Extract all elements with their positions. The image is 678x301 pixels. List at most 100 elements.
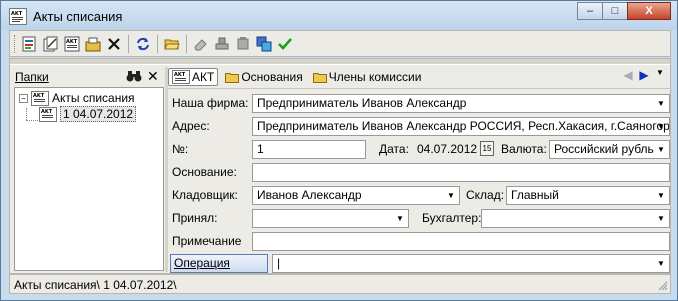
stamp-button[interactable] [234, 35, 252, 53]
svg-text:AKT: AKT [11, 11, 23, 17]
maximize-icon: □ [611, 5, 619, 17]
address-combo[interactable]: Предприниматель Иванов Александр РОССИЯ,… [252, 117, 670, 136]
storekeeper-combo[interactable]: Иванов Александр ▼ [252, 186, 460, 205]
note-input[interactable] [252, 232, 670, 251]
toolbar: AKT [9, 30, 671, 57]
new-doc-button[interactable] [21, 35, 39, 53]
tab-akt[interactable]: AKT АКТ [168, 68, 219, 86]
tree-item-document[interactable]: AKT 1 04.07.2012 [39, 106, 137, 122]
number-input[interactable]: 1 [252, 140, 366, 159]
maximize-button[interactable]: □ [602, 2, 628, 20]
basis-label: Основание: [172, 165, 237, 179]
toolbar-separator [157, 34, 158, 53]
eraser-icon [194, 38, 207, 50]
akt-document-icon: AKT [31, 90, 49, 106]
number-label: №: [172, 142, 189, 156]
minimize-icon: – [586, 5, 594, 17]
tree-item-label: 1 04.07.2012 [60, 106, 137, 122]
tab-osnovaniya[interactable]: Основания [222, 68, 305, 86]
firm-value: Предприниматель Иванов Александр [257, 96, 467, 110]
tab-chleny-komissii[interactable]: Члены комиссии [310, 68, 425, 86]
svg-text:AKT: AKT [66, 39, 78, 45]
print-preview-button[interactable] [255, 35, 273, 53]
binoculars-icon[interactable] [126, 69, 142, 86]
akt-document-icon: AKT [39, 106, 57, 122]
warehouse-label: Склад: [466, 188, 505, 202]
refresh-icon [137, 37, 149, 50]
folders-tree: − AKT Акты списания AKT 1 04.07.2012 [14, 87, 164, 271]
accountant-label: Бухгалтер: [422, 211, 482, 225]
accepted-label: Принял: [172, 211, 218, 225]
tree-item-root[interactable]: − AKT Акты списания [19, 90, 135, 106]
dropdown-arrow-icon[interactable]: ▼ [653, 210, 669, 227]
dropdown-arrow-icon[interactable]: ▼ [653, 255, 669, 272]
folder-icon [312, 72, 327, 83]
window-controls: – □ X [577, 2, 671, 21]
status-path: Акты списания\ 1 04.07.2012\ [14, 278, 177, 292]
seal-icon [215, 37, 229, 49]
tab-navigation: ◀ ▶ ▼ [620, 68, 668, 82]
svg-text:AKT: AKT [41, 109, 53, 115]
folder-icon [225, 72, 240, 83]
folders-header: Папки ✕ [12, 67, 164, 87]
delete-icon [108, 37, 120, 50]
open-folder-icon [164, 39, 180, 49]
operation-combo[interactable]: | ▼ [272, 254, 670, 273]
edit-doc-button[interactable] [84, 35, 102, 53]
toolbar-separator [186, 34, 187, 53]
svg-text:AKT: AKT [33, 93, 45, 99]
dropdown-arrow-icon[interactable]: ▼ [443, 187, 459, 204]
close-button[interactable]: X [627, 2, 671, 20]
dropdown-arrow-icon[interactable]: ▼ [392, 210, 408, 227]
nav-right-arrow-icon[interactable]: ▶ [636, 68, 652, 82]
eraser-button[interactable] [192, 35, 210, 53]
content-top-strip [10, 59, 670, 65]
status-bar: Акты списания\ 1 04.07.2012\ [9, 274, 671, 294]
dropdown-arrow-icon[interactable]: ▼ [653, 141, 669, 158]
currency-combo[interactable]: Российский рубль ▼ [549, 140, 670, 159]
window-title: Акты списания [33, 9, 123, 24]
edit-doc-icon [85, 37, 101, 51]
seal-button[interactable] [213, 35, 231, 53]
open-folder-button[interactable] [163, 35, 181, 53]
storekeeper-value: Иванов Александр [257, 188, 362, 202]
copy-doc-icon [43, 36, 58, 51]
resize-grip-icon[interactable] [658, 281, 668, 291]
document-form: Наша фирма: Предприниматель Иванов Алекс… [168, 88, 670, 284]
check-icon [278, 37, 292, 50]
collapse-icon[interactable]: − [19, 93, 28, 103]
copy-doc-button[interactable] [42, 35, 60, 53]
nav-left-arrow-icon[interactable]: ◀ [620, 68, 636, 82]
operation-button[interactable]: Операция расход: [170, 254, 268, 284]
warehouse-combo[interactable]: Главный ▼ [506, 186, 670, 205]
note-label: Примечание [172, 234, 242, 248]
storekeeper-label: Кладовщик: [172, 188, 238, 202]
address-value: Предприниматель Иванов Александр РОССИЯ,… [257, 119, 670, 133]
close-pane-icon[interactable]: ✕ [147, 68, 159, 85]
nav-dropdown-icon[interactable]: ▼ [652, 68, 668, 82]
minimize-button[interactable]: – [577, 2, 603, 20]
dropdown-arrow-icon[interactable]: ▼ [653, 187, 669, 204]
title-bar[interactable]: AKT Акты списания – □ X [1, 1, 677, 30]
tree-item-label: Акты списания [52, 91, 135, 105]
tree-connector [26, 108, 27, 120]
firm-label: Наша фирма: [172, 96, 249, 110]
new-doc-icon [22, 36, 36, 51]
akt-doc-button[interactable]: AKT [63, 35, 81, 53]
accountant-combo[interactable]: ▼ [481, 209, 670, 228]
address-label: Адрес: [172, 119, 210, 133]
folders-title: Папки [15, 70, 49, 84]
firm-combo[interactable]: Предприниматель Иванов Александр ▼ [252, 94, 670, 113]
accepted-combo[interactable]: ▼ [252, 209, 409, 228]
basis-input[interactable] [252, 163, 670, 182]
toolbar-grip[interactable] [14, 34, 17, 53]
operation-value: | [277, 256, 281, 270]
dropdown-arrow-icon[interactable]: ▼ [653, 95, 669, 112]
calendar-icon[interactable]: 15 [480, 141, 494, 156]
check-button[interactable] [276, 35, 294, 53]
delete-button[interactable] [105, 35, 123, 53]
refresh-button[interactable] [134, 35, 152, 53]
dropdown-arrow-icon[interactable]: ▼ [653, 118, 669, 135]
svg-text:AKT: AKT [174, 72, 186, 78]
date-value[interactable]: 04.07.2012 [417, 142, 477, 156]
